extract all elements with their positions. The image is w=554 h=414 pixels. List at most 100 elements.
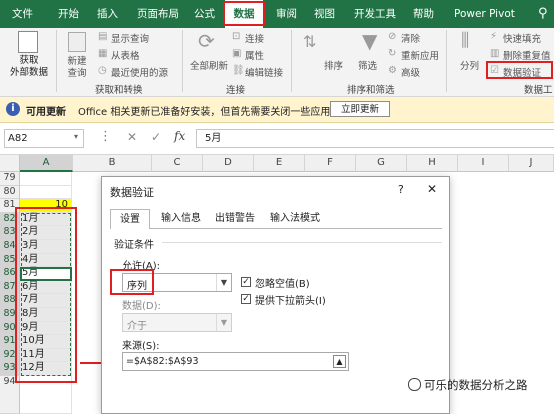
tab-file[interactable]: 文件: [12, 0, 33, 28]
tab-page-layout[interactable]: 页面布局: [137, 0, 179, 28]
filter-button[interactable]: 筛选: [358, 58, 377, 72]
lightbulb-icon[interactable]: ⚲: [538, 0, 548, 28]
properties-icon: ▣: [232, 48, 242, 59]
formula-input[interactable]: 5月: [196, 129, 554, 148]
row-header[interactable]: 80: [0, 185, 20, 200]
column-header-d[interactable]: D: [203, 155, 254, 172]
tab-help[interactable]: 帮助: [413, 0, 434, 28]
column-header-c[interactable]: C: [152, 155, 203, 172]
section-divider: [162, 242, 442, 243]
help-button[interactable]: ?: [398, 183, 404, 196]
ribbon-tab-bar: 文件 开始 插入 页面布局 公式 数据 审阅 视图 开发工具 帮助 Power …: [0, 0, 554, 28]
select-all-corner[interactable]: [0, 155, 20, 172]
recent-sources-icon: ◷: [98, 65, 107, 76]
source-input[interactable]: =$A$82:$A$93 ▲: [122, 352, 349, 371]
tab-power-pivot[interactable]: Power Pivot: [454, 0, 515, 28]
edit-links-icon: ⛓: [232, 65, 245, 76]
table-icon: ▦: [98, 48, 108, 59]
clear-filter-icon: ⊘: [388, 31, 397, 42]
edit-links-button[interactable]: 编辑链接: [245, 65, 283, 79]
column-header-f[interactable]: F: [305, 155, 356, 172]
tab-home[interactable]: 开始: [58, 0, 79, 28]
column-header-a[interactable]: A: [20, 155, 73, 172]
group-connections: 连接: [226, 85, 246, 96]
remove-duplicates-icon: ▥: [490, 48, 500, 59]
remove-duplicates-button[interactable]: 删除重复值: [503, 48, 551, 62]
notice-message: Office 相关更新已准备好安装，但首先需要关闭一些应用。: [78, 107, 341, 118]
properties-button[interactable]: 属性: [245, 48, 264, 62]
cell-a80[interactable]: [20, 185, 72, 200]
data-select[interactable]: 介于 ▼: [122, 313, 232, 332]
insert-function-button[interactable]: fx: [174, 129, 185, 143]
cancel-icon[interactable]: ✕: [127, 130, 137, 144]
ribbon-separator: [56, 30, 57, 92]
range-highlight: [15, 207, 77, 383]
ribbon-separator: [446, 30, 447, 92]
enter-icon[interactable]: ✓: [151, 130, 161, 144]
source-value: =$A$82:$A$93: [126, 356, 199, 367]
chevron-down-icon: ▼: [216, 274, 231, 291]
flash-fill-button[interactable]: 快速填充: [503, 31, 541, 45]
new-query-button[interactable]: 新建 查询: [62, 56, 92, 80]
new-query-icon: [68, 32, 86, 52]
watermark-text: 可乐的数据分析之路: [424, 378, 528, 392]
tab-review[interactable]: 审阅: [276, 0, 297, 28]
tab-input-message[interactable]: 输入信息: [156, 209, 206, 229]
from-table-button[interactable]: 从表格: [111, 48, 140, 62]
close-button[interactable]: ✕: [427, 182, 437, 196]
ribbon-separator: [291, 30, 292, 92]
column-header-j[interactable]: J: [509, 155, 554, 172]
tab-data-highlight: [223, 1, 265, 26]
sort-button[interactable]: 排序: [324, 58, 343, 72]
tab-settings[interactable]: 设置: [110, 209, 150, 229]
sort-az-icon: ⇅: [303, 32, 317, 51]
name-box-dropdown-icon[interactable]: ▾: [74, 132, 78, 141]
reapply-button[interactable]: 重新应用: [401, 48, 439, 62]
row-header[interactable]: 79: [0, 172, 20, 186]
connections-icon: ⊡: [232, 31, 241, 42]
get-external-data-button[interactable]: 获取 外部数据: [6, 55, 52, 79]
more-options-icon: ⋮: [99, 129, 112, 144]
tab-formulas[interactable]: 公式: [194, 0, 215, 28]
tab-ime-mode[interactable]: 输入法模式: [264, 209, 326, 229]
group-sort-filter: 排序和筛选: [347, 85, 395, 96]
update-now-button[interactable]: 立即更新: [330, 101, 390, 117]
collapse-dialog-icon[interactable]: ▲: [333, 355, 346, 368]
ignore-blank-checkbox[interactable]: ✓: [241, 277, 251, 287]
data-label: 数据(D):: [122, 301, 161, 312]
tab-view[interactable]: 视图: [314, 0, 335, 28]
group-data-tools: 数据工: [524, 85, 553, 96]
advanced-filter-icon: ⚙: [388, 65, 397, 76]
connections-button[interactable]: 连接: [245, 31, 264, 45]
column-header-i[interactable]: I: [458, 155, 509, 172]
text-to-columns-button[interactable]: 分列: [460, 58, 479, 72]
tab-error-alert[interactable]: 出错警告: [210, 209, 260, 229]
tab-developer[interactable]: 开发工具: [354, 0, 396, 28]
database-icon: [18, 31, 38, 53]
column-header-g[interactable]: G: [356, 155, 407, 172]
section-label: 验证条件: [114, 240, 154, 251]
dropdown-arrow-checkbox[interactable]: ✓: [241, 294, 251, 304]
cell-a79[interactable]: [20, 172, 72, 186]
funnel-icon: ▼: [362, 29, 378, 53]
wechat-icon: [408, 378, 421, 391]
data-validation-dialog: 数据验证 ? ✕ 设置 输入信息 出错警告 输入法模式 验证条件 允许(A): …: [101, 176, 450, 414]
column-header-e[interactable]: E: [254, 155, 305, 172]
dropdown-arrow-label: 提供下拉箭头(I): [255, 296, 326, 307]
show-query-button[interactable]: 显示查询: [111, 31, 149, 45]
column-header-h[interactable]: H: [407, 155, 458, 172]
data-value: 介于: [127, 321, 147, 332]
column-header-b[interactable]: B: [73, 155, 152, 172]
group-get-transform: 获取和转换: [95, 85, 143, 96]
refresh-all-button[interactable]: 全部刷新: [190, 58, 228, 72]
clear-button[interactable]: 清除: [401, 31, 420, 45]
data-ribbon: 获取 外部数据 新建 查询 ▤ 显示查询 ▦ 从表格 ◷ 最近使用的源 获取和转…: [0, 28, 554, 97]
data-validation-highlight: [486, 61, 553, 79]
advanced-button[interactable]: 高级: [401, 65, 420, 79]
name-box[interactable]: A82: [4, 129, 84, 148]
reapply-icon: ↻: [388, 48, 397, 59]
source-label: 来源(S):: [122, 341, 160, 352]
recent-sources-button[interactable]: 最近使用的源: [111, 65, 168, 79]
refresh-all-icon: ⟳: [198, 29, 215, 53]
tab-insert[interactable]: 插入: [97, 0, 118, 28]
